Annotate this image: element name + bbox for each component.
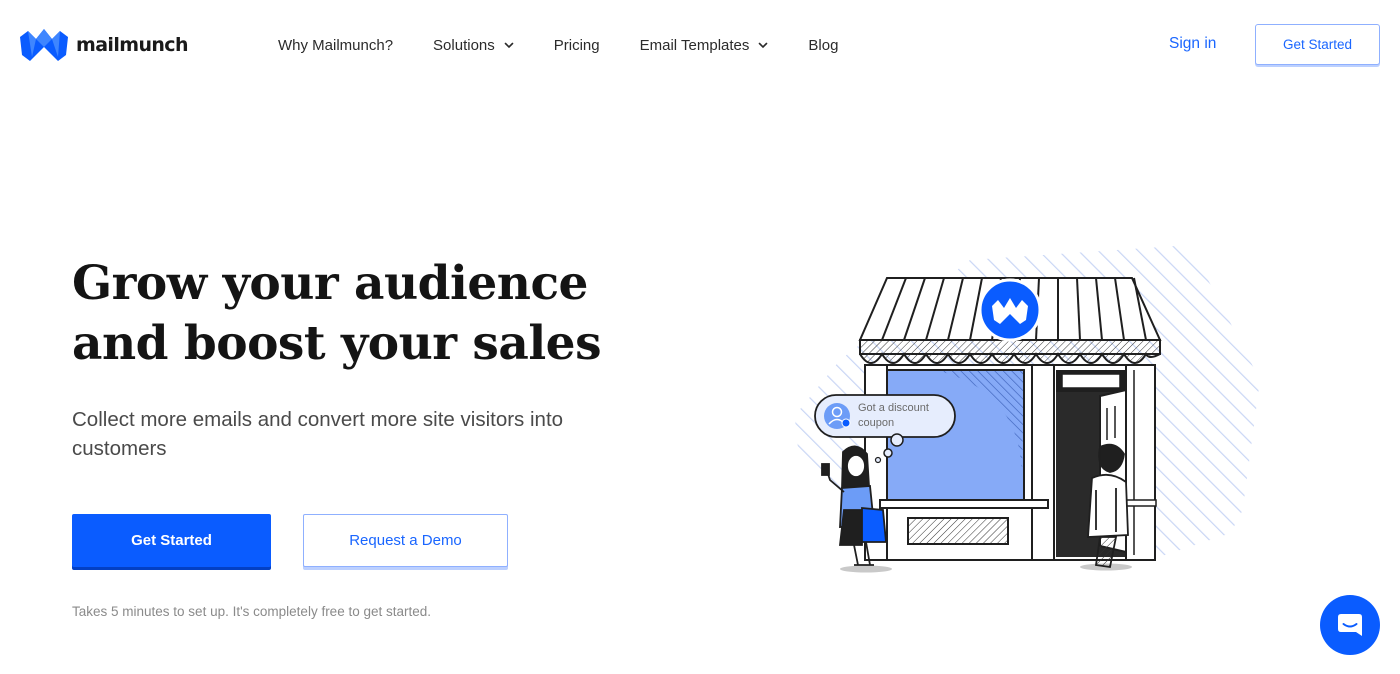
chat-launcher-icon <box>1338 614 1362 636</box>
hero-subtitle: Collect more emails and convert more sit… <box>72 408 564 460</box>
brand-logo[interactable]: mailmunch <box>20 27 188 63</box>
nav-item-label: Email Templates <box>639 36 750 54</box>
request-demo-button[interactable]: Request a Demo <box>303 514 508 567</box>
bubble-text-line-2: coupon <box>858 417 894 429</box>
bubble-text-line-1: Got a discount <box>858 402 929 414</box>
nav-item-solutions[interactable]: Solutions <box>433 37 514 54</box>
sign-in-link[interactable]: Sign in <box>1169 35 1216 53</box>
nav-item-email-templates[interactable]: Email Templates <box>640 37 769 54</box>
nav-item-blog[interactable]: Blog <box>808 37 838 54</box>
nav-item-label: Solutions <box>433 36 495 54</box>
site-header: mailmunch Why Mailmunch? Solutions Prici… <box>0 0 1400 90</box>
brand-name: mailmunch <box>76 34 188 56</box>
nav-item-pricing[interactable]: Pricing <box>554 37 600 54</box>
chevron-down-icon <box>759 42 768 49</box>
hero-title-line-1: Grow your audience <box>72 256 588 311</box>
header-get-started-button[interactable]: Get Started <box>1255 24 1380 65</box>
setup-note: Takes 5 minutes to set up. It's complete… <box>72 604 432 619</box>
storefront-illustration: Got a discount coupon <box>795 245 1260 573</box>
get-started-button[interactable]: Get Started <box>72 514 271 567</box>
nav-item-label: Blog <box>808 36 839 54</box>
chevron-down-icon <box>504 42 514 49</box>
nav-item-why-mailmunch[interactable]: Why Mailmunch? <box>278 37 393 54</box>
mailmunch-logo-icon <box>20 29 68 61</box>
nav-item-label: Pricing <box>553 36 600 54</box>
nav-item-label: Why Mailmunch? <box>278 36 394 54</box>
chat-launcher-button[interactable] <box>1320 595 1380 655</box>
hero-title: Grow your audience and boost your sales <box>72 254 612 374</box>
hero-title-line-2: and boost your sales <box>72 316 602 371</box>
main-nav: Why Mailmunch? Solutions Pricing Email T… <box>278 33 878 57</box>
